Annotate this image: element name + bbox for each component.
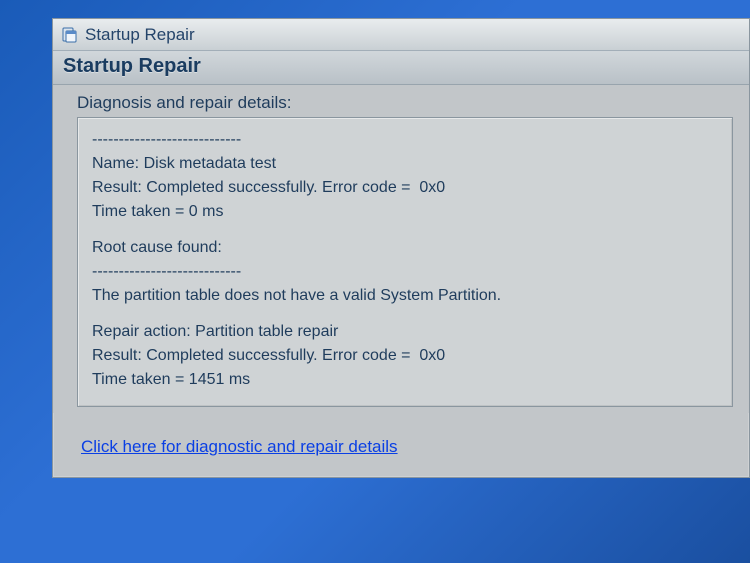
section-label: Diagnosis and repair details: xyxy=(77,93,733,113)
repair-result-value: Completed successfully. Error code = 0x0 xyxy=(146,347,445,364)
window-icon xyxy=(61,26,79,44)
repair-action-value: Partition table repair xyxy=(195,323,338,340)
root-cause-text: The partition table does not have a vali… xyxy=(92,284,718,308)
test-time-line: Time taken = 0 ms xyxy=(92,200,718,224)
test-name-line: Name: Disk metadata test xyxy=(92,152,718,176)
test-time-value: 0 ms xyxy=(189,203,224,220)
repair-time-value: 1451 ms xyxy=(189,371,250,388)
repair-time-line: Time taken = 1451 ms xyxy=(92,368,718,392)
link-row: Click here for diagnostic and repair det… xyxy=(53,413,749,477)
root-cause-title: Root cause found: xyxy=(92,236,718,260)
titlebar: Startup Repair xyxy=(53,19,749,51)
repair-result-label: Result: xyxy=(92,347,142,364)
test-time-label: Time taken = xyxy=(92,203,184,220)
test-name-label: Name: xyxy=(92,155,139,172)
diagnostic-details-link[interactable]: Click here for diagnostic and repair det… xyxy=(81,437,398,456)
repair-action-line: Repair action: Partition table repair xyxy=(92,320,718,344)
header-strip: Startup Repair xyxy=(53,51,749,85)
test-name-value: Disk metadata test xyxy=(144,155,277,172)
repair-action-label: Repair action: xyxy=(92,323,191,340)
repair-time-label: Time taken = xyxy=(92,371,184,388)
test-result-label: Result: xyxy=(92,179,142,196)
page-heading: Startup Repair xyxy=(63,55,739,78)
divider: ---------------------------- xyxy=(92,128,718,152)
window-title: Startup Repair xyxy=(85,25,195,45)
test-result-line: Result: Completed successfully. Error co… xyxy=(92,176,718,200)
content-area: Diagnosis and repair details: ----------… xyxy=(53,85,749,413)
test-result-value: Completed successfully. Error code = 0x0 xyxy=(146,179,445,196)
startup-repair-window: Startup Repair Startup Repair Diagnosis … xyxy=(52,18,750,478)
repair-result-line: Result: Completed successfully. Error co… xyxy=(92,344,718,368)
divider-2: ---------------------------- xyxy=(92,260,718,284)
details-box: ---------------------------- Name: Disk … xyxy=(77,117,733,407)
